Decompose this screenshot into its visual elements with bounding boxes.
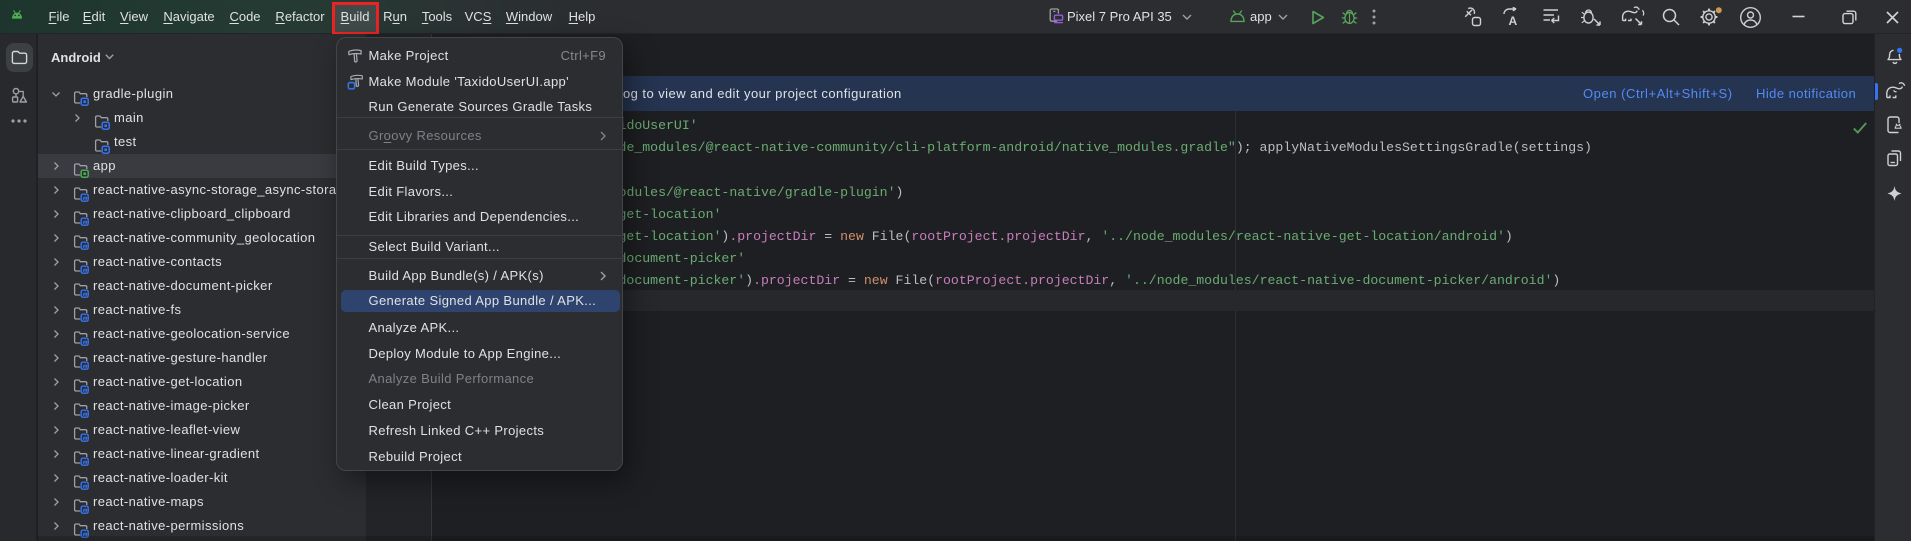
svg-text:A: A <box>1509 14 1518 28</box>
